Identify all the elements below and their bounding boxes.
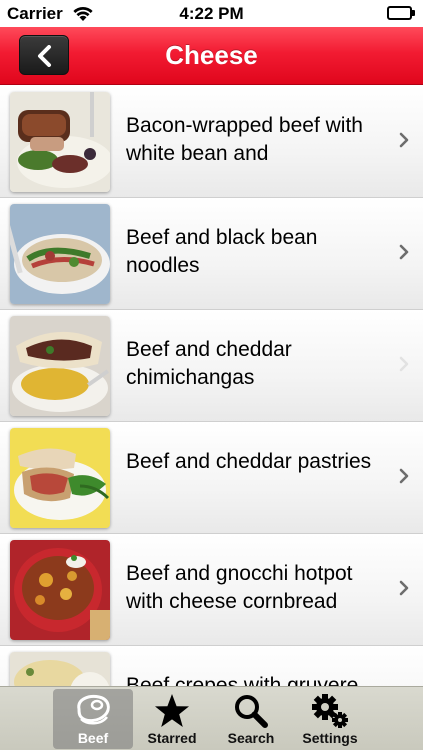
bacon-wrapped-beef-photo [10,92,110,192]
chevron-right-icon [399,244,409,260]
tab-settings[interactable]: Settings [290,689,370,749]
recipe-title: Beef crepes with gruyere [126,674,359,686]
list-item[interactable]: Bacon-wrapped beef with white bean and [0,86,423,198]
tab-label: Search [227,730,275,746]
tab-beef[interactable]: Beef [53,689,133,749]
recipe-list[interactable]: Bacon-wrapped beef with white bean and B… [0,86,423,686]
page-title: Cheese [165,40,258,70]
tab-search[interactable]: Search [211,689,291,749]
tab-label: Starred [147,730,197,746]
beef-crepes-photo [10,652,110,686]
steak-icon [53,693,133,729]
status-bar: Carrier 4:22 PM [0,0,423,27]
tab-starred[interactable]: Starred [132,689,212,749]
beef-black-bean-noodles-photo [10,204,110,304]
list-item[interactable]: Beef and cheddar chimichangas [0,310,423,422]
list-item[interactable]: Beef and black bean noodles [0,198,423,310]
battery-icon [387,6,415,20]
recipe-title: Beef and gnocchi hotpot with cheese corn… [126,562,353,613]
search-icon [211,693,291,729]
beef-gnocchi-hotpot-photo [10,540,110,640]
gears-icon [290,693,370,729]
list-item[interactable]: Beef and gnocchi hotpot with cheese corn… [0,534,423,646]
tab-label: Beef [77,730,109,746]
recipe-title: Beef and cheddar pastries [126,450,372,473]
navigation-bar: Cheese [0,27,423,85]
list-item[interactable]: Beef and cheddar pastries [0,422,423,534]
recipe-title: Beef and black bean noodles [126,226,318,277]
star-icon [132,693,212,729]
chevron-right-icon [399,132,409,148]
beef-cheddar-chimichangas-photo [10,316,110,416]
tab-bar: Beef Starred Search Settings [0,686,423,750]
chevron-right-icon [399,468,409,484]
chevron-right-icon [399,356,409,372]
beef-cheddar-pastries-photo [10,428,110,528]
recipe-title: Bacon-wrapped beef with white bean and [126,114,363,165]
list-item[interactable]: Beef crepes with gruyere [0,646,423,686]
chevron-right-icon [399,580,409,596]
tab-label: Settings [302,730,358,746]
recipe-title: Beef and cheddar chimichangas [126,338,292,389]
status-time: 4:22 PM [179,4,244,23]
